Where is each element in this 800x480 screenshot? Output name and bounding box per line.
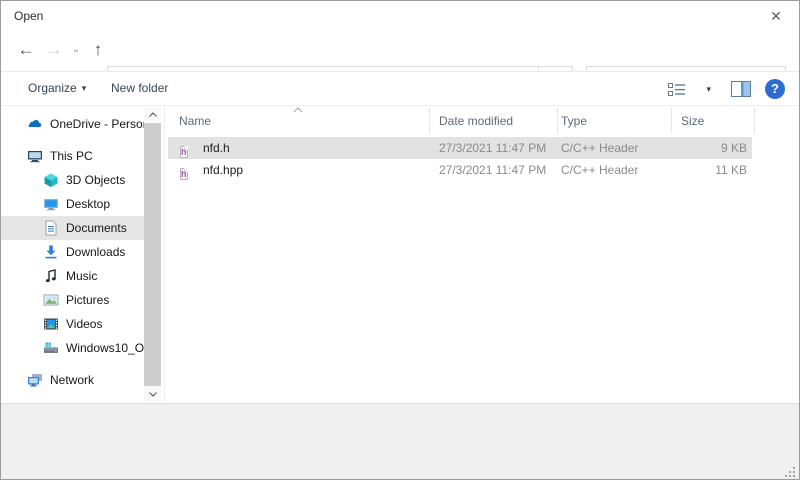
file-name: nfd.h [203,137,230,159]
forward-icon: → [41,31,67,71]
column-divider[interactable] [429,108,430,133]
toolbar-right-icons: ▾ ? [668,72,799,106]
sidebar-item-3d-objects[interactable]: 3D Objects [1,168,148,192]
sidebar-item-label: OneDrive - Person [50,117,148,131]
documents-icon [43,220,59,236]
column-header-type[interactable]: Type [561,106,587,136]
file-type: C/C++ Header [561,137,638,159]
header-file-icon: h [180,162,188,184]
sidebar-item-label: Documents [66,221,127,235]
sidebar-item-desktop[interactable]: Desktop [1,192,148,216]
this-pc-icon [27,148,43,164]
file-rows: h nfd.h 27/3/2021 11:47 PM C/C++ Header … [166,137,799,181]
sidebar-item-label: Windows10_OS ( [66,341,148,355]
sidebar-item-downloads[interactable]: Downloads [1,240,148,264]
sidebar-item-this-pc[interactable]: This PC [1,144,148,168]
os-drive-icon [43,340,59,356]
sidebar-item-label: 3D Objects [66,173,125,187]
column-header-name[interactable]: Name [179,106,211,136]
help-icon[interactable]: ? [765,79,785,99]
main-area: OneDrive - Person This PC 3D Objects Des… [1,106,799,403]
window-title: Open [14,1,43,31]
sidebar-item-music[interactable]: Music [1,264,148,288]
pictures-icon [43,292,59,308]
sidebar-item-label: Network [50,373,94,387]
3d-objects-icon [43,172,59,188]
sidebar-item-label: Pictures [66,293,109,307]
file-size: 9 KB [671,137,747,159]
sidebar-item-network[interactable]: Network [1,368,148,392]
sidebar-scrollbar[interactable] [144,106,161,403]
title-bar: Open ✕ [1,1,799,31]
column-divider[interactable] [754,108,755,133]
file-row-nfd-h[interactable]: h nfd.h 27/3/2021 11:47 PM C/C++ Header … [166,137,799,159]
column-divider[interactable] [671,108,672,133]
onedrive-cloud-icon [27,116,43,132]
sidebar-item-windows10-os[interactable]: Windows10_OS ( [1,336,148,360]
sidebar-item-label: This PC [50,149,93,163]
network-icon [27,372,43,388]
views-caret-icon[interactable]: ▾ [706,84,711,95]
sidebar-item-label: Videos [66,317,102,331]
column-headers: Name Date modified Type Size [166,106,799,133]
footer-panel: File name: ⌄ Headers (*.h;*.hpp) ⌄ Open … [1,403,799,480]
sidebar-item-onedrive[interactable]: OneDrive - Person [1,112,148,136]
scrollbar-thumb[interactable] [144,123,161,386]
resize-grip-icon[interactable] [785,467,795,477]
column-divider[interactable] [557,108,558,133]
back-icon[interactable]: ← [11,31,41,71]
sidebar-list: OneDrive - Person This PC 3D Objects Des… [1,112,148,392]
sidebar-item-label: Desktop [66,197,110,211]
file-list: Name Date modified Type Size h nfd.h 27/… [166,106,799,403]
sidebar-item-label: Downloads [66,245,125,259]
sidebar-item-documents[interactable]: Documents [1,216,148,240]
scroll-up-icon[interactable] [144,106,161,123]
navigation-pane: OneDrive - Person This PC 3D Objects Des… [1,106,165,403]
file-row-nfd-hpp[interactable]: h nfd.hpp 27/3/2021 11:47 PM C/C++ Heade… [166,159,799,181]
column-header-date-modified[interactable]: Date modified [439,106,513,136]
file-date: 27/3/2021 11:47 PM [439,137,546,159]
desktop-icon [43,196,59,212]
command-toolbar: Organize▾ New folder ▾ ? [1,71,799,106]
column-header-size[interactable]: Size [681,106,704,136]
open-file-dialog: Open ✕ ← → ⌄ ↑ « GitHub › nativefiledial… [0,0,800,480]
videos-icon [43,316,59,332]
sidebar-item-pictures[interactable]: Pictures [1,288,148,312]
organize-caret-icon: ▾ [82,83,87,93]
new-folder-button[interactable]: New folder [111,72,168,106]
sidebar-item-label: Music [66,269,97,283]
scroll-down-icon[interactable] [144,386,161,403]
sidebar-item-videos[interactable]: Videos [1,312,148,336]
file-size: 11 KB [671,159,747,181]
close-icon[interactable]: ✕ [753,1,799,31]
file-type: C/C++ Header [561,159,638,181]
sort-ascending-icon [293,107,303,113]
navigation-bar: ← → ⌄ ↑ « GitHub › nativefiledialog › sr… [1,31,799,71]
file-date: 27/3/2021 11:47 PM [439,159,546,181]
music-icon [43,268,59,284]
downloads-icon [43,244,59,260]
recent-locations-chevron-icon[interactable]: ⌄ [67,31,85,71]
organize-button[interactable]: Organize▾ [28,72,86,106]
file-name: nfd.hpp [203,159,243,181]
up-icon[interactable]: ↑ [85,31,111,71]
details-view-icon[interactable] [668,82,686,97]
preview-pane-icon[interactable] [731,81,751,97]
